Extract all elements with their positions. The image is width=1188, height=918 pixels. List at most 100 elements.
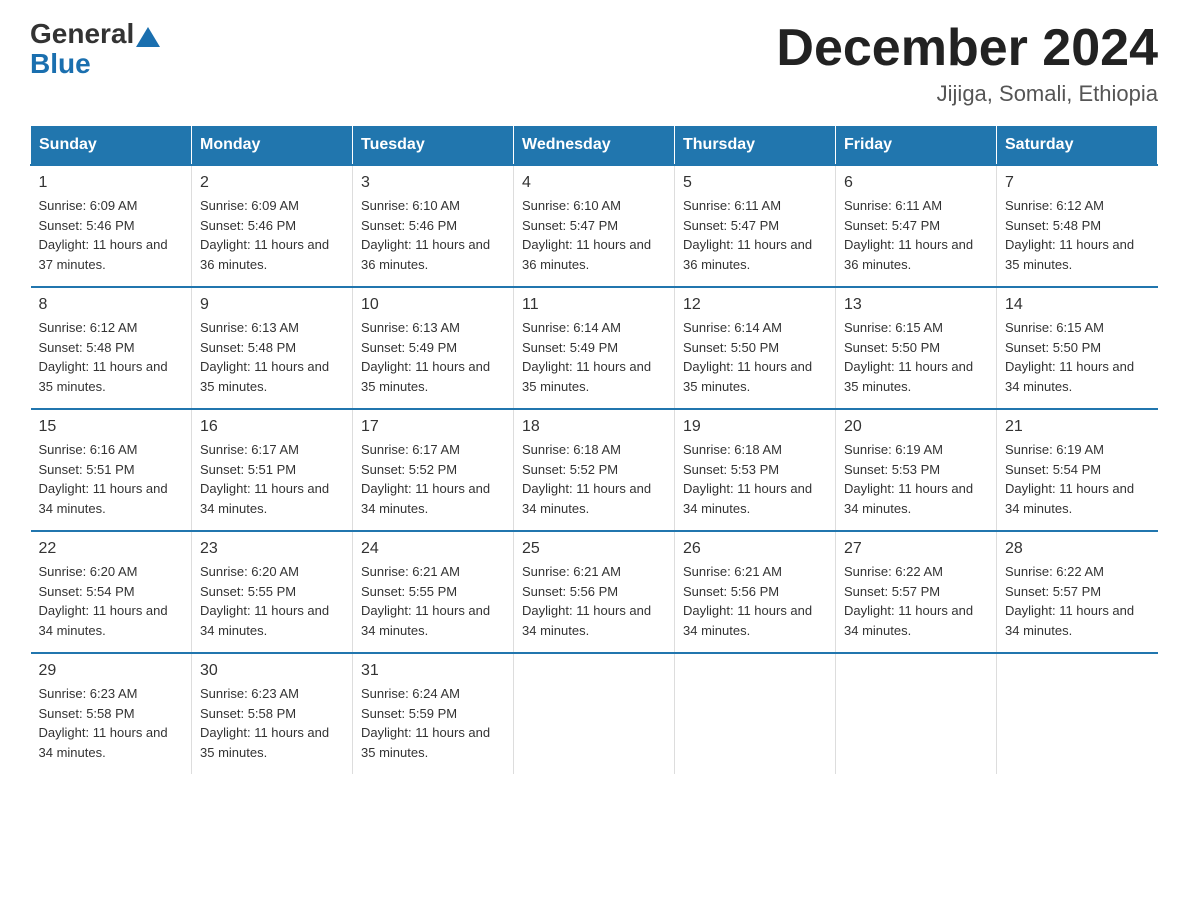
calendar-cell: 13 Sunrise: 6:15 AM Sunset: 5:50 PM Dayl… bbox=[836, 287, 997, 409]
calendar-cell: 27 Sunrise: 6:22 AM Sunset: 5:57 PM Dayl… bbox=[836, 531, 997, 653]
calendar-cell: 16 Sunrise: 6:17 AM Sunset: 5:51 PM Dayl… bbox=[192, 409, 353, 531]
calendar-cell: 26 Sunrise: 6:21 AM Sunset: 5:56 PM Dayl… bbox=[675, 531, 836, 653]
day-info: Sunrise: 6:10 AM Sunset: 5:46 PM Dayligh… bbox=[361, 196, 505, 274]
calendar-cell: 5 Sunrise: 6:11 AM Sunset: 5:47 PM Dayli… bbox=[675, 165, 836, 287]
calendar-cell: 15 Sunrise: 6:16 AM Sunset: 5:51 PM Dayl… bbox=[31, 409, 192, 531]
calendar-cell bbox=[514, 653, 675, 774]
calendar-cell: 3 Sunrise: 6:10 AM Sunset: 5:46 PM Dayli… bbox=[353, 165, 514, 287]
day-info: Sunrise: 6:13 AM Sunset: 5:49 PM Dayligh… bbox=[361, 318, 505, 396]
day-info: Sunrise: 6:14 AM Sunset: 5:49 PM Dayligh… bbox=[522, 318, 666, 396]
calendar-cell: 22 Sunrise: 6:20 AM Sunset: 5:54 PM Dayl… bbox=[31, 531, 192, 653]
calendar-cell: 1 Sunrise: 6:09 AM Sunset: 5:46 PM Dayli… bbox=[31, 165, 192, 287]
day-info: Sunrise: 6:15 AM Sunset: 5:50 PM Dayligh… bbox=[1005, 318, 1150, 396]
day-info: Sunrise: 6:20 AM Sunset: 5:55 PM Dayligh… bbox=[200, 562, 344, 640]
day-info: Sunrise: 6:15 AM Sunset: 5:50 PM Dayligh… bbox=[844, 318, 988, 396]
day-number: 25 bbox=[522, 540, 666, 558]
calendar-cell: 6 Sunrise: 6:11 AM Sunset: 5:47 PM Dayli… bbox=[836, 165, 997, 287]
day-info: Sunrise: 6:18 AM Sunset: 5:53 PM Dayligh… bbox=[683, 440, 827, 518]
day-info: Sunrise: 6:20 AM Sunset: 5:54 PM Dayligh… bbox=[39, 562, 184, 640]
day-number: 16 bbox=[200, 418, 344, 436]
logo: General Blue bbox=[30, 20, 162, 80]
day-number: 4 bbox=[522, 174, 666, 192]
day-info: Sunrise: 6:22 AM Sunset: 5:57 PM Dayligh… bbox=[1005, 562, 1150, 640]
day-info: Sunrise: 6:18 AM Sunset: 5:52 PM Dayligh… bbox=[522, 440, 666, 518]
header-sunday: Sunday bbox=[31, 126, 192, 166]
calendar-cell: 2 Sunrise: 6:09 AM Sunset: 5:46 PM Dayli… bbox=[192, 165, 353, 287]
day-number: 22 bbox=[39, 540, 184, 558]
header-wednesday: Wednesday bbox=[514, 126, 675, 166]
day-number: 10 bbox=[361, 296, 505, 314]
calendar-cell: 28 Sunrise: 6:22 AM Sunset: 5:57 PM Dayl… bbox=[997, 531, 1158, 653]
calendar-cell bbox=[997, 653, 1158, 774]
title-block: December 2024 Jijiga, Somali, Ethiopia bbox=[776, 20, 1158, 107]
calendar-cell: 20 Sunrise: 6:19 AM Sunset: 5:53 PM Dayl… bbox=[836, 409, 997, 531]
day-number: 20 bbox=[844, 418, 988, 436]
day-number: 5 bbox=[683, 174, 827, 192]
logo-blue-text: Blue bbox=[30, 48, 91, 80]
day-info: Sunrise: 6:16 AM Sunset: 5:51 PM Dayligh… bbox=[39, 440, 184, 518]
day-number: 28 bbox=[1005, 540, 1150, 558]
day-info: Sunrise: 6:11 AM Sunset: 5:47 PM Dayligh… bbox=[683, 196, 827, 274]
day-number: 7 bbox=[1005, 174, 1150, 192]
header-saturday: Saturday bbox=[997, 126, 1158, 166]
calendar-cell: 10 Sunrise: 6:13 AM Sunset: 5:49 PM Dayl… bbox=[353, 287, 514, 409]
day-number: 12 bbox=[683, 296, 827, 314]
day-number: 9 bbox=[200, 296, 344, 314]
calendar-cell: 25 Sunrise: 6:21 AM Sunset: 5:56 PM Dayl… bbox=[514, 531, 675, 653]
day-number: 13 bbox=[844, 296, 988, 314]
day-number: 30 bbox=[200, 662, 344, 680]
day-number: 21 bbox=[1005, 418, 1150, 436]
day-number: 29 bbox=[39, 662, 184, 680]
day-info: Sunrise: 6:12 AM Sunset: 5:48 PM Dayligh… bbox=[39, 318, 184, 396]
calendar-cell: 12 Sunrise: 6:14 AM Sunset: 5:50 PM Dayl… bbox=[675, 287, 836, 409]
day-info: Sunrise: 6:21 AM Sunset: 5:56 PM Dayligh… bbox=[683, 562, 827, 640]
day-info: Sunrise: 6:14 AM Sunset: 5:50 PM Dayligh… bbox=[683, 318, 827, 396]
day-info: Sunrise: 6:24 AM Sunset: 5:59 PM Dayligh… bbox=[361, 684, 505, 762]
header-friday: Friday bbox=[836, 126, 997, 166]
day-info: Sunrise: 6:12 AM Sunset: 5:48 PM Dayligh… bbox=[1005, 196, 1150, 274]
calendar-cell: 18 Sunrise: 6:18 AM Sunset: 5:52 PM Dayl… bbox=[514, 409, 675, 531]
logo-general-text: General bbox=[30, 20, 134, 48]
calendar-table: SundayMondayTuesdayWednesdayThursdayFrid… bbox=[30, 125, 1158, 774]
day-number: 15 bbox=[39, 418, 184, 436]
day-info: Sunrise: 6:22 AM Sunset: 5:57 PM Dayligh… bbox=[844, 562, 988, 640]
calendar-cell bbox=[675, 653, 836, 774]
calendar-cell: 30 Sunrise: 6:23 AM Sunset: 5:58 PM Dayl… bbox=[192, 653, 353, 774]
day-number: 19 bbox=[683, 418, 827, 436]
day-info: Sunrise: 6:10 AM Sunset: 5:47 PM Dayligh… bbox=[522, 196, 666, 274]
day-number: 18 bbox=[522, 418, 666, 436]
header-monday: Monday bbox=[192, 126, 353, 166]
header-thursday: Thursday bbox=[675, 126, 836, 166]
day-info: Sunrise: 6:23 AM Sunset: 5:58 PM Dayligh… bbox=[200, 684, 344, 762]
logo-triangle-icon bbox=[136, 27, 160, 47]
calendar-header-row: SundayMondayTuesdayWednesdayThursdayFrid… bbox=[31, 126, 1158, 166]
day-number: 27 bbox=[844, 540, 988, 558]
day-number: 8 bbox=[39, 296, 184, 314]
day-info: Sunrise: 6:17 AM Sunset: 5:51 PM Dayligh… bbox=[200, 440, 344, 518]
calendar-cell: 7 Sunrise: 6:12 AM Sunset: 5:48 PM Dayli… bbox=[997, 165, 1158, 287]
week-row-3: 15 Sunrise: 6:16 AM Sunset: 5:51 PM Dayl… bbox=[31, 409, 1158, 531]
calendar-cell: 4 Sunrise: 6:10 AM Sunset: 5:47 PM Dayli… bbox=[514, 165, 675, 287]
day-info: Sunrise: 6:21 AM Sunset: 5:56 PM Dayligh… bbox=[522, 562, 666, 640]
day-info: Sunrise: 6:09 AM Sunset: 5:46 PM Dayligh… bbox=[39, 196, 184, 274]
day-number: 1 bbox=[39, 174, 184, 192]
day-number: 2 bbox=[200, 174, 344, 192]
day-info: Sunrise: 6:21 AM Sunset: 5:55 PM Dayligh… bbox=[361, 562, 505, 640]
day-number: 3 bbox=[361, 174, 505, 192]
calendar-cell: 17 Sunrise: 6:17 AM Sunset: 5:52 PM Dayl… bbox=[353, 409, 514, 531]
location-title: Jijiga, Somali, Ethiopia bbox=[776, 81, 1158, 107]
calendar-cell: 11 Sunrise: 6:14 AM Sunset: 5:49 PM Dayl… bbox=[514, 287, 675, 409]
day-info: Sunrise: 6:23 AM Sunset: 5:58 PM Dayligh… bbox=[39, 684, 184, 762]
day-number: 17 bbox=[361, 418, 505, 436]
day-number: 11 bbox=[522, 296, 666, 314]
calendar-cell: 29 Sunrise: 6:23 AM Sunset: 5:58 PM Dayl… bbox=[31, 653, 192, 774]
week-row-4: 22 Sunrise: 6:20 AM Sunset: 5:54 PM Dayl… bbox=[31, 531, 1158, 653]
day-number: 14 bbox=[1005, 296, 1150, 314]
calendar-cell: 24 Sunrise: 6:21 AM Sunset: 5:55 PM Dayl… bbox=[353, 531, 514, 653]
day-number: 23 bbox=[200, 540, 344, 558]
month-title: December 2024 bbox=[776, 20, 1158, 77]
calendar-cell: 8 Sunrise: 6:12 AM Sunset: 5:48 PM Dayli… bbox=[31, 287, 192, 409]
day-number: 31 bbox=[361, 662, 505, 680]
day-info: Sunrise: 6:09 AM Sunset: 5:46 PM Dayligh… bbox=[200, 196, 344, 274]
calendar-cell: 19 Sunrise: 6:18 AM Sunset: 5:53 PM Dayl… bbox=[675, 409, 836, 531]
